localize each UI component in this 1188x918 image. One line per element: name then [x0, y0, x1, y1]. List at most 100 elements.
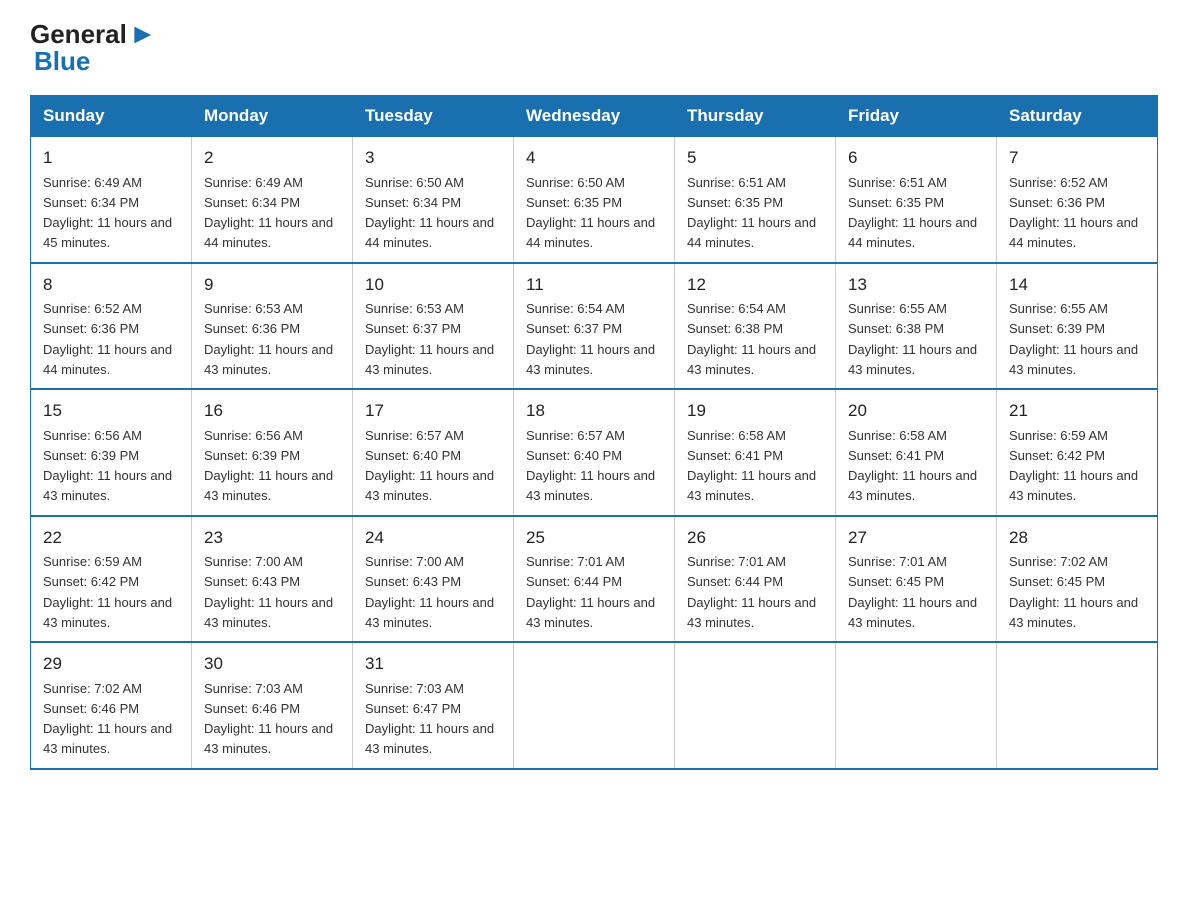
day-info: Sunrise: 6:57 AMSunset: 6:40 PMDaylight:… [365, 428, 494, 504]
calendar-cell: 4 Sunrise: 6:50 AMSunset: 6:35 PMDaylight… [514, 137, 675, 263]
day-info: Sunrise: 6:56 AMSunset: 6:39 PMDaylight:… [204, 428, 333, 504]
calendar-cell: 25 Sunrise: 7:01 AMSunset: 6:44 PMDayligh… [514, 516, 675, 643]
page-header: General ► Blue [30, 20, 1158, 77]
weekday-header-row: SundayMondayTuesdayWednesdayThursdayFrid… [31, 96, 1158, 137]
calendar-cell: 7 Sunrise: 6:52 AMSunset: 6:36 PMDaylight… [997, 137, 1158, 263]
logo-blue-text: Blue [30, 46, 90, 77]
day-number: 5 [687, 145, 823, 171]
weekday-header-tuesday: Tuesday [353, 96, 514, 137]
day-info: Sunrise: 6:58 AMSunset: 6:41 PMDaylight:… [687, 428, 816, 504]
calendar-cell: 6Sunrise: 6:51 AMSunset: 6:35 PMDaylight… [836, 137, 997, 263]
day-number: 21 [1009, 398, 1145, 424]
day-info: Sunrise: 6:58 AMSunset: 6:41 PMDaylight:… [848, 428, 977, 504]
day-number: 29 [43, 651, 179, 677]
calendar-cell: 9 Sunrise: 6:53 AMSunset: 6:36 PMDaylight… [192, 263, 353, 390]
day-info: Sunrise: 6:51 AMSunset: 6:35 PMDaylight:… [687, 175, 816, 251]
calendar-cell: 12 Sunrise: 6:54 AMSunset: 6:38 PMDayligh… [675, 263, 836, 390]
logo-arrow-icon: ► [129, 20, 157, 48]
day-info: Sunrise: 6:59 AMSunset: 6:42 PMDaylight:… [1009, 428, 1138, 504]
day-number: 4 [526, 145, 662, 171]
day-info: Sunrise: 6:54 AMSunset: 6:38 PMDaylight:… [687, 301, 816, 377]
day-number: 24 [365, 525, 501, 551]
day-info: Sunrise: 6:55 AMSunset: 6:38 PMDaylight:… [848, 301, 977, 377]
calendar-cell: 2Sunrise: 6:49 AMSunset: 6:34 PMDaylight… [192, 137, 353, 263]
day-info: Sunrise: 7:01 AMSunset: 6:44 PMDaylight:… [526, 554, 655, 630]
calendar-cell: 28Sunrise: 7:02 AMSunset: 6:45 PMDayligh… [997, 516, 1158, 643]
day-number: 16 [204, 398, 340, 424]
day-number: 31 [365, 651, 501, 677]
day-number: 26 [687, 525, 823, 551]
day-info: Sunrise: 6:59 AMSunset: 6:42 PMDaylight:… [43, 554, 172, 630]
calendar-week-row: 1 Sunrise: 6:49 AMSunset: 6:34 PMDaylight… [31, 137, 1158, 263]
calendar-cell [514, 642, 675, 769]
day-info: Sunrise: 7:03 AMSunset: 6:47 PMDaylight:… [365, 681, 494, 757]
day-info: Sunrise: 6:54 AMSunset: 6:37 PMDaylight:… [526, 301, 655, 377]
day-info: Sunrise: 6:53 AMSunset: 6:36 PMDaylight:… [204, 301, 333, 377]
calendar-week-row: 15Sunrise: 6:56 AMSunset: 6:39 PMDayligh… [31, 389, 1158, 516]
calendar-cell [675, 642, 836, 769]
calendar-cell: 19 Sunrise: 6:58 AMSunset: 6:41 PMDayligh… [675, 389, 836, 516]
day-number: 12 [687, 272, 823, 298]
day-number: 19 [687, 398, 823, 424]
day-info: Sunrise: 6:55 AMSunset: 6:39 PMDaylight:… [1009, 301, 1138, 377]
weekday-header-thursday: Thursday [675, 96, 836, 137]
logo: General ► Blue [30, 20, 157, 77]
calendar-cell: 18 Sunrise: 6:57 AMSunset: 6:40 PMDayligh… [514, 389, 675, 516]
day-number: 18 [526, 398, 662, 424]
day-number: 13 [848, 272, 984, 298]
day-info: Sunrise: 7:01 AMSunset: 6:44 PMDaylight:… [687, 554, 816, 630]
calendar-cell: 17 Sunrise: 6:57 AMSunset: 6:40 PMDayligh… [353, 389, 514, 516]
day-info: Sunrise: 7:00 AMSunset: 6:43 PMDaylight:… [204, 554, 333, 630]
day-number: 30 [204, 651, 340, 677]
calendar-cell: 30 Sunrise: 7:03 AMSunset: 6:46 PMDayligh… [192, 642, 353, 769]
calendar-cell: 8Sunrise: 6:52 AMSunset: 6:36 PMDaylight… [31, 263, 192, 390]
day-number: 28 [1009, 525, 1145, 551]
calendar-cell: 1 Sunrise: 6:49 AMSunset: 6:34 PMDaylight… [31, 137, 192, 263]
weekday-header-saturday: Saturday [997, 96, 1158, 137]
day-number: 22 [43, 525, 179, 551]
day-info: Sunrise: 7:01 AMSunset: 6:45 PMDaylight:… [848, 554, 977, 630]
day-info: Sunrise: 6:56 AMSunset: 6:39 PMDaylight:… [43, 428, 172, 504]
day-number: 14 [1009, 272, 1145, 298]
day-number: 11 [526, 272, 662, 298]
calendar-cell: 16 Sunrise: 6:56 AMSunset: 6:39 PMDayligh… [192, 389, 353, 516]
calendar-table: SundayMondayTuesdayWednesdayThursdayFrid… [30, 95, 1158, 770]
calendar-cell: 20 Sunrise: 6:58 AMSunset: 6:41 PMDayligh… [836, 389, 997, 516]
day-info: Sunrise: 6:50 AMSunset: 6:35 PMDaylight:… [526, 175, 655, 251]
day-info: Sunrise: 7:00 AMSunset: 6:43 PMDaylight:… [365, 554, 494, 630]
day-info: Sunrise: 6:51 AMSunset: 6:35 PMDaylight:… [848, 175, 977, 251]
calendar-cell: 29Sunrise: 7:02 AMSunset: 6:46 PMDayligh… [31, 642, 192, 769]
calendar-week-row: 29Sunrise: 7:02 AMSunset: 6:46 PMDayligh… [31, 642, 1158, 769]
day-number: 9 [204, 272, 340, 298]
day-info: Sunrise: 6:49 AMSunset: 6:34 PMDaylight:… [204, 175, 333, 251]
calendar-cell [836, 642, 997, 769]
day-number: 20 [848, 398, 984, 424]
day-info: Sunrise: 6:50 AMSunset: 6:34 PMDaylight:… [365, 175, 494, 251]
calendar-week-row: 22 Sunrise: 6:59 AMSunset: 6:42 PMDayligh… [31, 516, 1158, 643]
calendar-cell: 15Sunrise: 6:56 AMSunset: 6:39 PMDayligh… [31, 389, 192, 516]
calendar-cell: 13 Sunrise: 6:55 AMSunset: 6:38 PMDayligh… [836, 263, 997, 390]
weekday-header-sunday: Sunday [31, 96, 192, 137]
day-info: Sunrise: 6:53 AMSunset: 6:37 PMDaylight:… [365, 301, 494, 377]
day-number: 3 [365, 145, 501, 171]
day-info: Sunrise: 6:52 AMSunset: 6:36 PMDaylight:… [43, 301, 172, 377]
calendar-cell [997, 642, 1158, 769]
day-info: Sunrise: 6:57 AMSunset: 6:40 PMDaylight:… [526, 428, 655, 504]
day-number: 25 [526, 525, 662, 551]
day-number: 10 [365, 272, 501, 298]
weekday-header-monday: Monday [192, 96, 353, 137]
calendar-cell: 21 Sunrise: 6:59 AMSunset: 6:42 PMDayligh… [997, 389, 1158, 516]
logo-general-text: General [30, 21, 127, 47]
calendar-cell: 10 Sunrise: 6:53 AMSunset: 6:37 PMDayligh… [353, 263, 514, 390]
calendar-cell: 26 Sunrise: 7:01 AMSunset: 6:44 PMDayligh… [675, 516, 836, 643]
day-number: 17 [365, 398, 501, 424]
day-info: Sunrise: 6:49 AMSunset: 6:34 PMDaylight:… [43, 175, 172, 251]
day-info: Sunrise: 7:03 AMSunset: 6:46 PMDaylight:… [204, 681, 333, 757]
day-info: Sunrise: 6:52 AMSunset: 6:36 PMDaylight:… [1009, 175, 1138, 251]
calendar-cell: 3 Sunrise: 6:50 AMSunset: 6:34 PMDaylight… [353, 137, 514, 263]
day-number: 27 [848, 525, 984, 551]
weekday-header-wednesday: Wednesday [514, 96, 675, 137]
day-number: 7 [1009, 145, 1145, 171]
day-number: 23 [204, 525, 340, 551]
day-number: 1 [43, 145, 179, 171]
